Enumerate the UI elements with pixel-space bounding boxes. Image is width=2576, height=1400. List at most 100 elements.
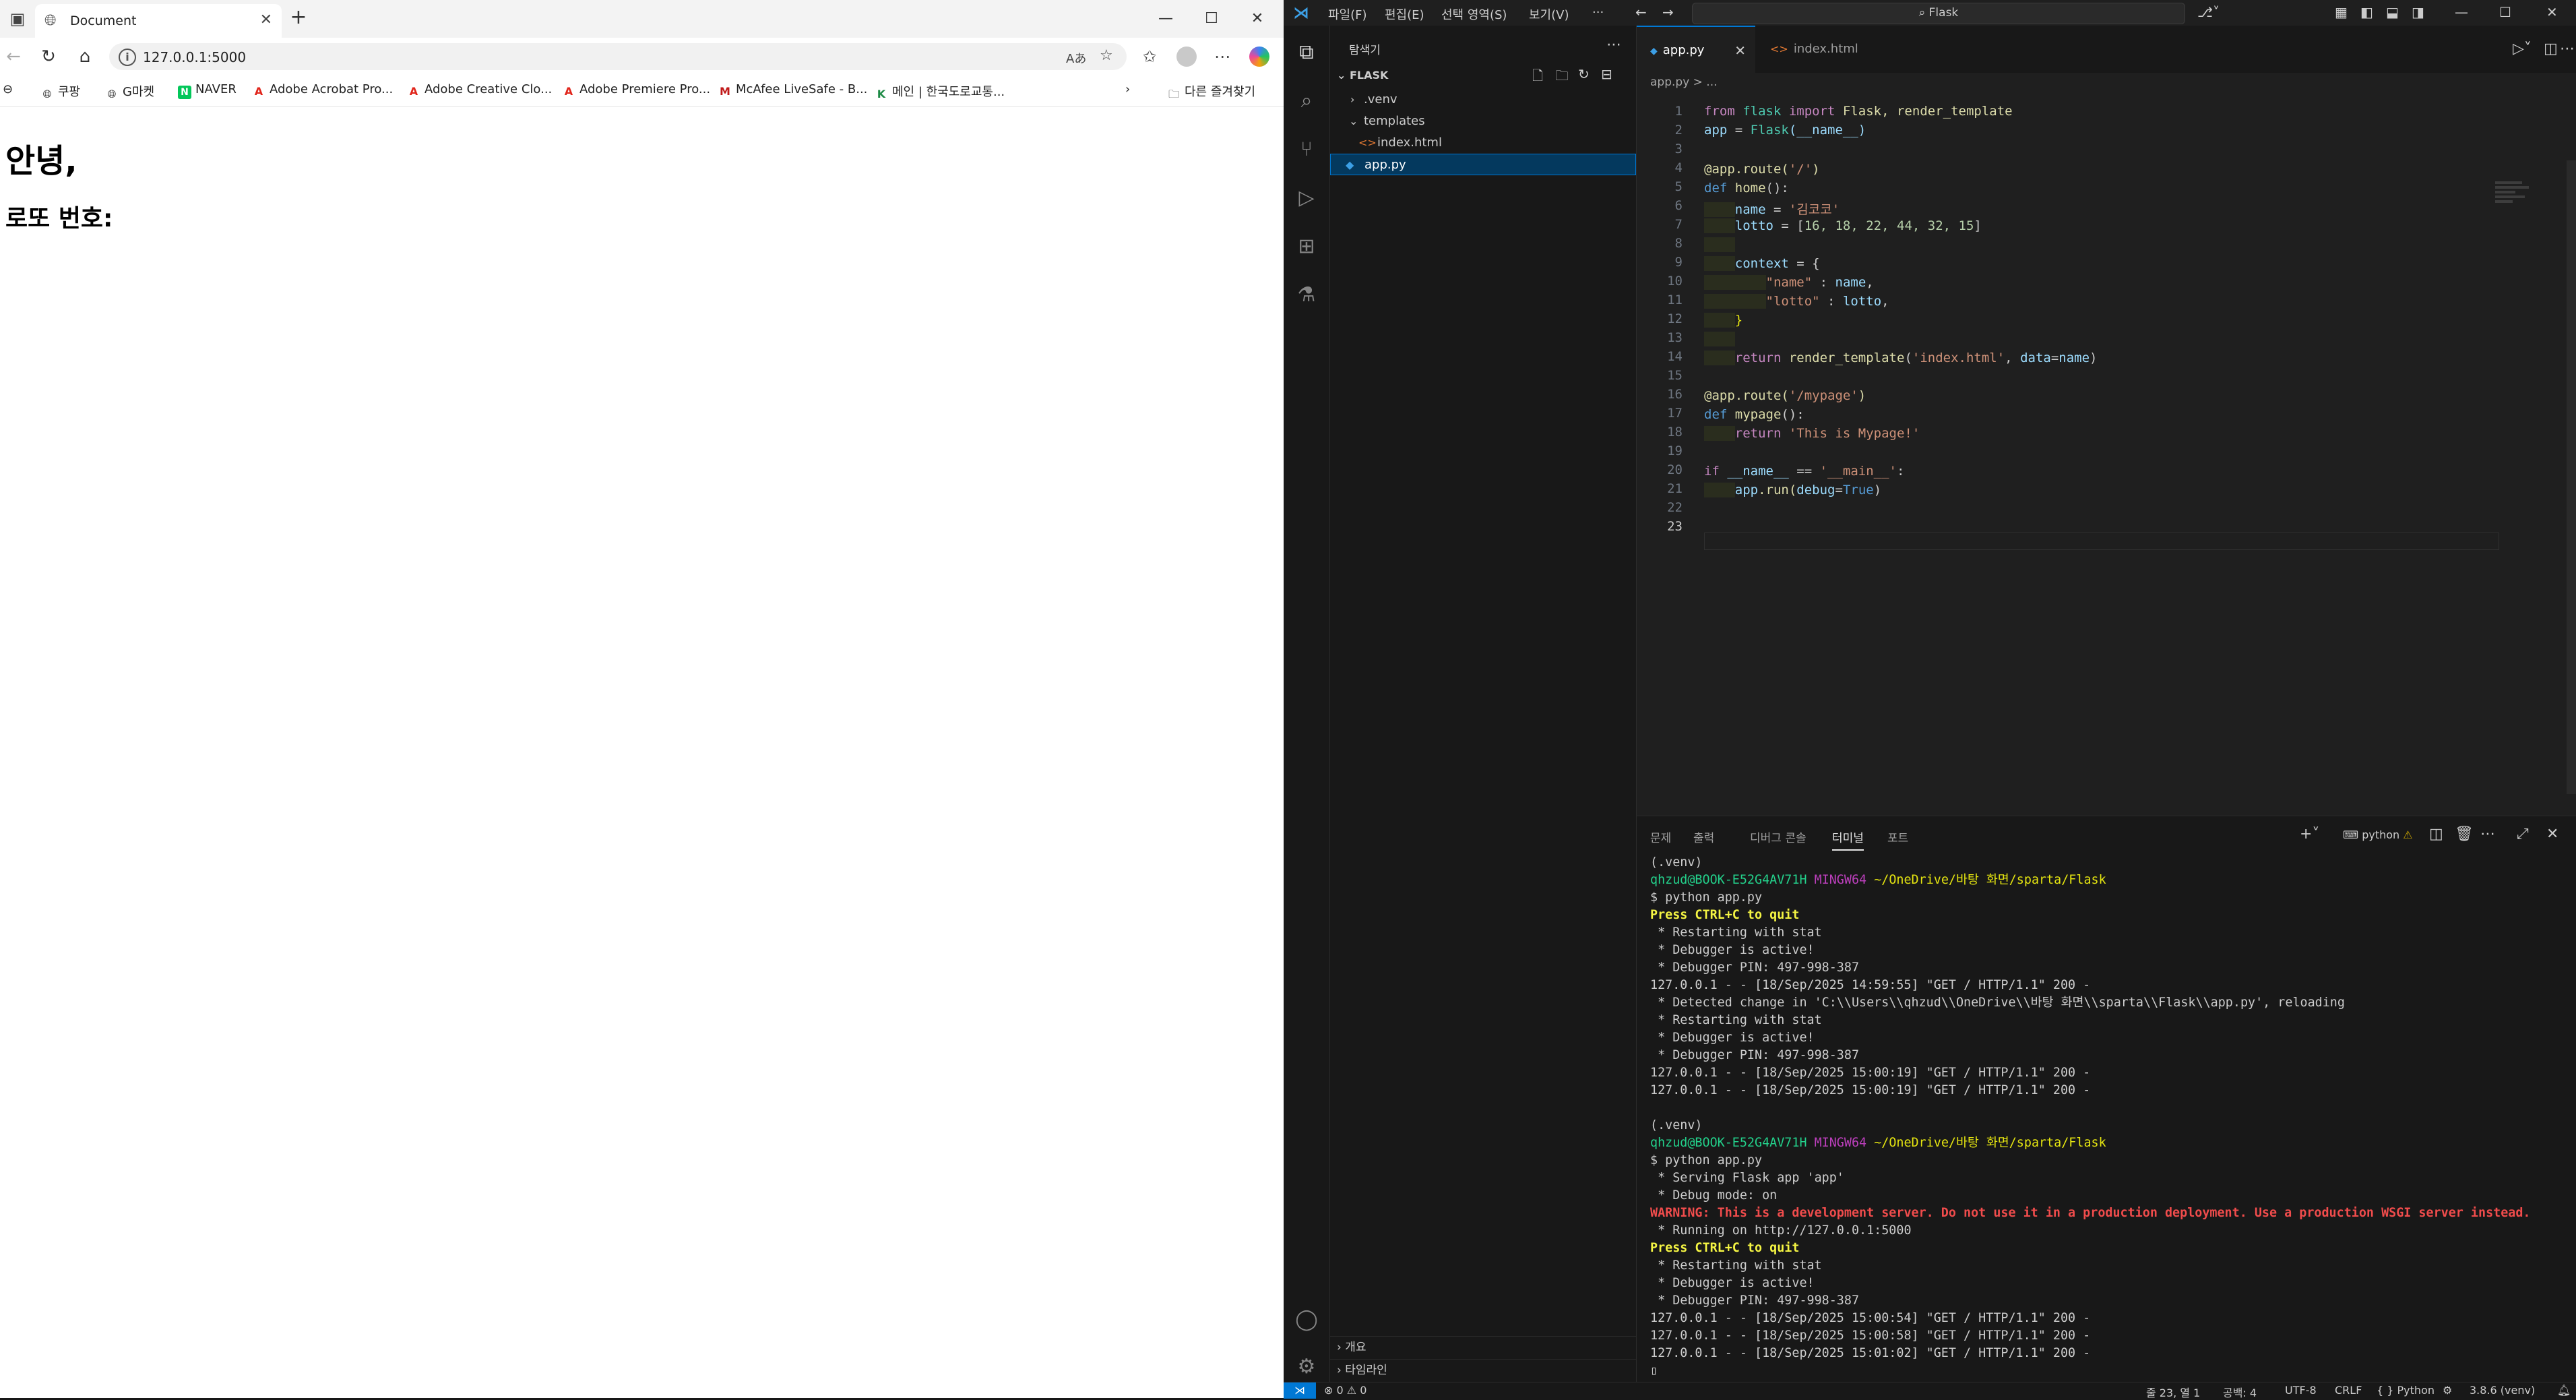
editor-more-icon[interactable]: ⋯ xyxy=(2560,40,2575,57)
explorer-icon[interactable]: ⧉ xyxy=(1293,39,1320,66)
run-python-icon[interactable]: ▷˅ xyxy=(2513,40,2532,57)
terminal-output[interactable]: (.venv) qhzud@BOOK-E52G4AV71H MINGW64 ~/O… xyxy=(1650,854,2567,1380)
new-terminal-icon[interactable]: +˅ xyxy=(2300,826,2319,843)
tab-ports[interactable]: 포트 xyxy=(1887,828,1908,845)
indentation[interactable]: 공백: 4 xyxy=(2223,1384,2257,1400)
cursor-position[interactable]: 줄 23, 열 1 xyxy=(2146,1384,2200,1400)
extensions-icon[interactable]: ⊞ xyxy=(1293,233,1320,260)
url-text[interactable]: 127.0.0.1:5000 xyxy=(143,49,246,65)
toggle-sidebar-icon[interactable]: ◧ xyxy=(2360,4,2373,20)
close-window-button[interactable]: ✕ xyxy=(2546,4,2558,20)
line-ending[interactable]: CRLF xyxy=(2335,1384,2362,1397)
address-bar[interactable]: i 127.0.0.1:5000 Aあ ☆ xyxy=(109,43,1127,70)
bookmark-adobe-acrobat[interactable]: A Adobe Acrobat Pro... xyxy=(252,82,393,98)
site-info-icon[interactable]: i xyxy=(119,49,136,66)
run-debug-icon[interactable]: ▷ xyxy=(1293,185,1320,212)
menu-file[interactable]: 파일(F) xyxy=(1328,5,1367,23)
favorites-icon[interactable]: ✩ xyxy=(1137,44,1162,69)
kill-terminal-icon[interactable]: 🗑 xyxy=(2455,826,2474,843)
command-center-search[interactable]: ⌕ Flask xyxy=(1692,3,2185,24)
account-icon[interactable]: ◯ xyxy=(1293,1306,1320,1333)
bookmarks-overflow-icon[interactable]: › xyxy=(1125,82,1130,96)
remote-indicator-icon[interactable]: ⋊ xyxy=(1284,1382,1316,1399)
tab-terminal[interactable]: 터미널 xyxy=(1832,828,1864,851)
customize-layout-icon[interactable]: ▦ xyxy=(2335,4,2348,20)
python-interpreter[interactable]: 3.8.6 (venv) xyxy=(2470,1384,2535,1397)
tree-item-templates[interactable]: ⌄ templates xyxy=(1330,111,1636,132)
menu-view[interactable]: 보기(V) xyxy=(1529,5,1569,23)
tab-app-py[interactable]: ◆ app.py ✕ xyxy=(1637,26,1755,74)
close-window-button[interactable]: ✕ xyxy=(1244,7,1271,31)
bookmark-naver[interactable]: N NAVER xyxy=(178,82,237,99)
problems-count[interactable]: ⊗ 0 ⚠ 0 xyxy=(1324,1384,1366,1397)
tab-actions-icon[interactable]: ▣ xyxy=(5,7,30,31)
bookmark-adobe-premiere[interactable]: A Adobe Premiere Pro... xyxy=(562,82,710,98)
terminal-shell-python[interactable]: ⌨ python ⚠ xyxy=(2343,828,2413,841)
more-menu-icon[interactable]: ⋯ xyxy=(1210,44,1234,69)
minimap[interactable] xyxy=(2495,179,2536,220)
tab-problems[interactable]: 문제 xyxy=(1650,828,1671,845)
collapse-all-icon[interactable]: ⊟ xyxy=(1601,66,1612,82)
home-button[interactable]: ⌂ xyxy=(73,44,97,69)
minimize-button[interactable]: — xyxy=(1152,7,1179,31)
notifications-icon[interactable]: 🔔︎ xyxy=(2557,1384,2571,1397)
toggle-panel-icon[interactable]: ⬓ xyxy=(2386,4,2399,20)
bookmarks-toggle-icon[interactable]: ⊖ xyxy=(3,82,13,96)
testing-icon[interactable]: ⚗ xyxy=(1293,282,1320,309)
refresh-icon[interactable]: ↻ xyxy=(1578,66,1590,82)
language-mode[interactable]: { } Python xyxy=(2377,1384,2434,1397)
minimize-button[interactable]: — xyxy=(2455,4,2468,20)
terminal-line: 127.0.0.1 - - [18/Sep/2025 15:00:58] "GE… xyxy=(1650,1329,2091,1343)
more-actions-icon[interactable]: ⋯ xyxy=(1606,36,1621,53)
tree-item-venv[interactable]: › .venv xyxy=(1330,89,1636,111)
maximize-button[interactable]: ☐ xyxy=(2499,4,2511,20)
breadcrumb[interactable]: app.py > ... xyxy=(1637,73,2576,93)
menu-edit[interactable]: 편집(E) xyxy=(1385,5,1424,23)
timeline-section[interactable]: › 타임라인 xyxy=(1330,1359,1636,1381)
split-editor-icon[interactable]: ◫ xyxy=(2544,40,2558,57)
terminal-more-icon[interactable]: ⋯ xyxy=(2480,826,2495,843)
code-line-1: from flask import Flask, render_template xyxy=(1704,104,2013,119)
maximize-button[interactable]: ☐ xyxy=(1198,7,1225,31)
tab-output[interactable]: 출력 xyxy=(1693,828,1714,845)
manage-gear-icon[interactable]: ⚙ xyxy=(1293,1353,1320,1380)
nav-forward-icon[interactable]: → xyxy=(1662,4,1674,20)
source-control-icon[interactable]: ⑂ xyxy=(1293,136,1320,163)
encoding[interactable]: UTF-8 xyxy=(2285,1384,2317,1397)
bookmark-korea-road[interactable]: K 메인 | 한국도로교통... xyxy=(875,82,1005,101)
close-tab-icon[interactable]: ✕ xyxy=(1734,27,1746,74)
outline-section[interactable]: › 개요 xyxy=(1330,1336,1636,1358)
back-button[interactable]: ← xyxy=(1,44,26,69)
bookmark-mcafee[interactable]: M McAfee LiveSafe - B... xyxy=(718,82,867,98)
toggle-secondary-sidebar-icon[interactable]: ◨ xyxy=(2412,4,2424,20)
tree-item-index-html[interactable]: <> index.html xyxy=(1330,132,1636,154)
menu-more[interactable]: ··· xyxy=(1592,5,1604,20)
favorite-star-icon[interactable]: ☆ xyxy=(1100,47,1113,64)
search-icon[interactable]: ⌕ xyxy=(1293,88,1320,115)
other-favorites[interactable]: 🗀 다른 즐겨찾기 xyxy=(1167,82,1255,101)
tree-item-app-py[interactable]: ◆ app.py xyxy=(1330,154,1636,175)
profile-avatar[interactable] xyxy=(1176,47,1197,67)
refresh-button[interactable]: ↻ xyxy=(36,44,61,69)
tab-debug-console[interactable]: 디버그 콘솔 xyxy=(1750,828,1807,845)
new-folder-icon[interactable]: 🗀 xyxy=(1555,66,1569,89)
split-terminal-icon[interactable]: ◫ xyxy=(2429,826,2443,843)
nav-back-icon[interactable]: ← xyxy=(1635,4,1647,20)
tab-index-html[interactable]: <> index.html xyxy=(1757,26,1875,73)
read-aloud-icon[interactable]: Aあ xyxy=(1066,49,1086,67)
bookmark-adobe-creative-cloud[interactable]: A Adobe Creative Clo... xyxy=(407,82,552,98)
bookmark-coupang[interactable]: 🌐︎ 쿠팡 xyxy=(40,82,81,101)
bookmark-gmarket[interactable]: 🌐︎ G마켓 xyxy=(105,82,154,101)
close-panel-icon[interactable]: ✕ xyxy=(2546,826,2558,843)
new-tab-button[interactable]: + xyxy=(287,7,310,30)
menu-selection[interactable]: 선택 영역(S) xyxy=(1441,5,1507,23)
workspace-folder[interactable]: ⌄ FLASK xyxy=(1337,69,1388,82)
browser-tab[interactable]: 🌐︎ Document ✕ xyxy=(35,4,282,38)
new-file-icon[interactable]: 🗋 xyxy=(1532,66,1543,89)
copilot-icon[interactable] xyxy=(1249,47,1269,67)
close-tab-icon[interactable]: ✕ xyxy=(260,11,272,28)
code-editor[interactable]: 1 2 3 4 5 6 7 8 9 10 11 12 13 14 15 16 17 18 19 20 21 22 23 fr… xyxy=(1637,93,2576,816)
editor-scrollbar[interactable] xyxy=(2567,160,2576,794)
copilot-chat-icon[interactable]: ⎇˅ xyxy=(2197,4,2220,20)
maximize-panel-icon[interactable]: ⤢ xyxy=(2517,826,2529,843)
